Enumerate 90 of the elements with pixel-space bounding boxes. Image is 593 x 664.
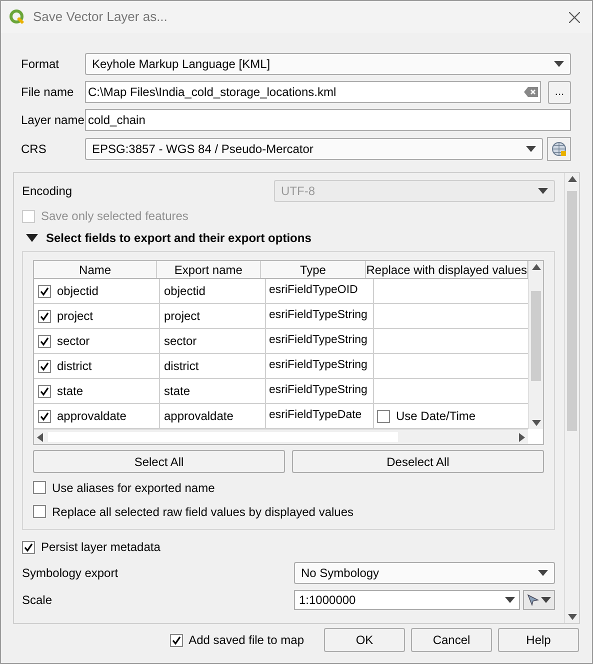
field-label: Encoding (22, 183, 74, 200)
group-title: Select fields to export and their export options (46, 230, 312, 247)
crs-dropdown[interactable]: EPSG:3857 - WGS 84 / Pseudo-Mercator (85, 138, 543, 160)
checkbox[interactable] (38, 284, 51, 298)
checkbox-label: Add saved file to map (188, 632, 304, 649)
table-cell: esriFieldTypeOID (266, 279, 374, 303)
checkmark-icon (40, 312, 49, 320)
checkmark-icon (24, 542, 33, 552)
caret-icon (541, 597, 551, 603)
checkbox-label: Replace all selected raw field values by displayed values (52, 504, 354, 520)
table-cell-text: approvaldate (57, 408, 126, 425)
push-button[interactable]: Help (498, 628, 579, 652)
column-header[interactable]: Name (34, 261, 158, 278)
checkbox[interactable] (38, 310, 51, 322)
field-label: File name (21, 84, 75, 101)
cursor-icon (527, 594, 539, 606)
scale-field[interactable]: 1:1000000 (294, 590, 520, 610)
checkbox[interactable] (377, 410, 390, 422)
push-button[interactable]: OK (324, 628, 405, 652)
vertical-scrollbar[interactable] (564, 173, 579, 623)
field-label: CRS (21, 141, 48, 158)
close-icon[interactable] (569, 12, 580, 22)
scroll-up-arrow-icon[interactable] (568, 176, 577, 182)
symbology-dropdown[interactable]: No Symbology (294, 562, 555, 584)
checkmark-icon (40, 386, 49, 396)
caret-icon (538, 188, 548, 194)
scroll-down-arrow-icon[interactable] (532, 420, 541, 426)
table-cell: esriFieldTypeString (266, 379, 374, 403)
table-cell: objectid (160, 279, 266, 303)
caret-icon (505, 597, 515, 603)
window-title: Save Vector Layer as... (33, 8, 168, 26)
checkbox[interactable] (38, 410, 51, 422)
scroll-right-arrow-icon[interactable] (519, 433, 525, 442)
clear-icon[interactable] (524, 87, 538, 97)
table-cell: esriFieldTypeString (266, 354, 374, 378)
table-cell: project (160, 304, 266, 328)
push-button[interactable]: Cancel (411, 628, 492, 652)
push-button[interactable]: Deselect All (292, 450, 544, 473)
scroll-down-arrow-icon[interactable] (568, 614, 577, 620)
crs-select-button[interactable] (547, 137, 571, 161)
table-cell: state (160, 379, 266, 403)
caret-icon (526, 146, 536, 152)
table-cell: approvaldate (160, 404, 266, 428)
collapse-arrow-icon[interactable] (26, 234, 38, 242)
caret-icon (554, 61, 564, 67)
table-cell: district (160, 354, 266, 378)
checkbox[interactable] (33, 481, 46, 494)
vertical-scrollbar[interactable] (528, 261, 543, 429)
checkbox[interactable] (33, 505, 46, 518)
table-cell: esriFieldTypeString (266, 304, 374, 328)
checkmark-icon (40, 412, 49, 420)
checkbox-label: Use Date/Time (396, 408, 476, 425)
file-name-field[interactable]: C:\Map Files\India_cold_storage_locations.kml (85, 81, 541, 103)
field-label: Format (21, 56, 60, 73)
checkmark-icon (172, 636, 181, 644)
caret-icon (538, 570, 548, 576)
checkbox[interactable] (38, 360, 51, 372)
column-header[interactable]: Type (260, 261, 366, 278)
table-cell-text: project (57, 308, 94, 325)
checkbox[interactable] (38, 334, 51, 348)
checkbox[interactable] (170, 634, 183, 646)
table-cell: sector (160, 329, 266, 353)
checkbox[interactable] (22, 540, 35, 554)
table-cell-text: objectid (57, 283, 98, 300)
horizontal-scrollbar[interactable] (34, 429, 528, 444)
push-button[interactable]: ... (548, 80, 571, 104)
field-label: Symbology export (22, 565, 120, 582)
checkbox[interactable] (38, 384, 51, 398)
scroll-left-arrow-icon[interactable] (37, 433, 43, 442)
table-cell-text: state (57, 383, 84, 400)
push-button[interactable]: Select All (33, 450, 285, 473)
checkmark-icon (40, 336, 49, 346)
map-scale-button[interactable] (523, 590, 555, 610)
layer-name-field[interactable]: cold_chain (85, 109, 571, 131)
checkmark-icon (40, 286, 49, 296)
field-label: Scale (22, 592, 54, 609)
column-header[interactable]: Export name (157, 261, 261, 278)
globe-icon (551, 141, 567, 157)
table-cell: esriFieldTypeDate (266, 404, 374, 428)
checkbox-label: Persist layer metadata (41, 539, 160, 556)
table-cell: esriFieldTypeString (266, 329, 374, 353)
checkbox-label: Save only selected features (41, 208, 188, 225)
format-dropdown[interactable]: Keyhole Markup Language [KML] (85, 53, 571, 75)
field-label: Layer name (21, 112, 85, 129)
app-logo-icon (9, 9, 25, 25)
table-cell-text: district (57, 358, 92, 375)
checkbox-label: Use aliases for exported name (52, 480, 215, 496)
checkmark-icon (40, 362, 49, 370)
table-cell-text: sector (57, 333, 90, 350)
scroll-up-arrow-icon[interactable] (532, 264, 541, 270)
